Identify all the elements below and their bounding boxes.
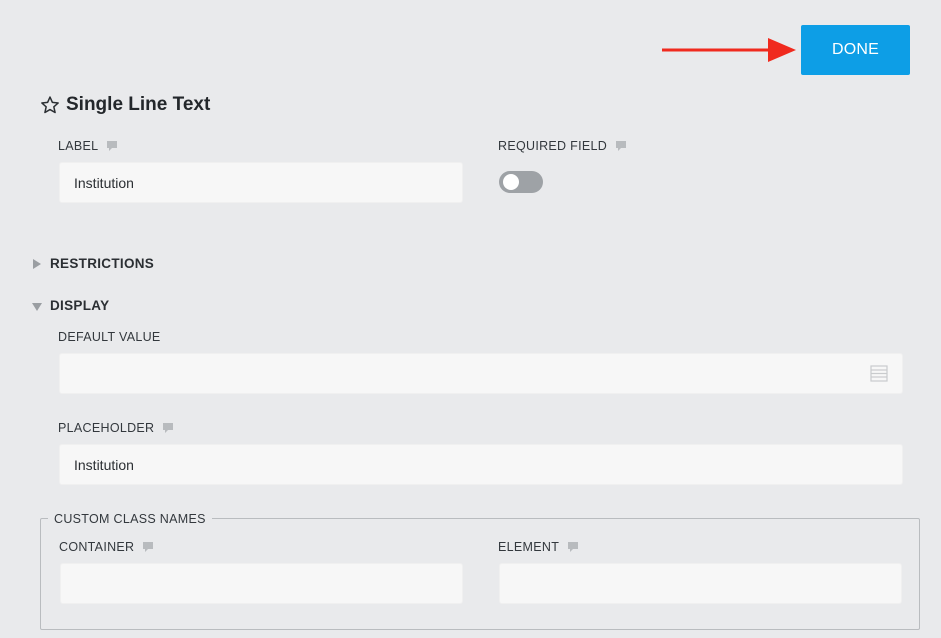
element-label: ELEMENT — [498, 540, 579, 554]
label-input[interactable]: Institution — [59, 162, 463, 203]
comment-icon[interactable] — [106, 140, 118, 152]
comment-icon[interactable] — [567, 541, 579, 553]
container-input[interactable] — [60, 563, 463, 604]
field-editor-panel: DONE Single Line Text LABEL Institution … — [0, 0, 941, 638]
star-icon[interactable] — [40, 95, 60, 115]
display-title: DISPLAY — [50, 298, 110, 313]
field-title-row: Single Line Text — [40, 94, 210, 116]
triangle-down-icon — [32, 302, 42, 311]
display-section-header[interactable]: DISPLAY — [32, 298, 109, 313]
required-field-text: REQUIRED FIELD — [498, 139, 608, 153]
arrow-right-icon — [662, 38, 796, 62]
default-value-input[interactable] — [59, 353, 903, 394]
default-value-text: DEFAULT VALUE — [58, 330, 161, 344]
comment-icon[interactable] — [615, 140, 627, 152]
required-field-label: REQUIRED FIELD — [498, 139, 627, 153]
placeholder-text: PLACEHOLDER — [58, 421, 155, 435]
element-text: ELEMENT — [498, 540, 560, 554]
restrictions-title: RESTRICTIONS — [50, 256, 155, 271]
restrictions-section-header[interactable]: RESTRICTIONS — [32, 256, 154, 271]
comment-icon[interactable] — [142, 541, 154, 553]
required-field-toggle[interactable] — [499, 171, 543, 193]
list-icon[interactable] — [870, 365, 888, 382]
comment-icon[interactable] — [162, 422, 174, 434]
label-text: LABEL — [58, 139, 99, 153]
container-text: CONTAINER — [59, 540, 135, 554]
page-title: Single Line Text — [66, 94, 211, 115]
label-field-label: LABEL — [58, 139, 118, 153]
custom-class-names-legend: CUSTOM CLASS NAMES — [48, 512, 212, 526]
placeholder-label: PLACEHOLDER — [58, 421, 174, 435]
container-label: CONTAINER — [59, 540, 154, 554]
toggle-knob — [503, 174, 519, 190]
element-input[interactable] — [499, 563, 902, 604]
done-button[interactable]: DONE — [801, 25, 910, 75]
default-value-label: DEFAULT VALUE — [58, 330, 161, 344]
triangle-right-icon — [33, 258, 41, 269]
placeholder-input[interactable]: Institution — [59, 444, 903, 485]
